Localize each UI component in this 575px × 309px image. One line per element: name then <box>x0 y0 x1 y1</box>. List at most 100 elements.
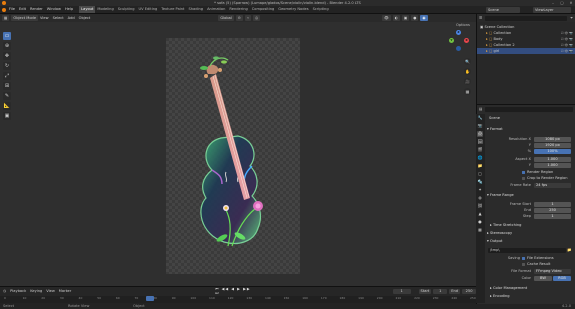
editor-type-button[interactable]: ▦ <box>2 15 10 21</box>
proportional-edit-icon[interactable]: ◎ <box>253 15 261 21</box>
aspect-x-field[interactable]: 1.000 <box>534 157 571 162</box>
viewport-menu-object[interactable]: Object <box>79 15 91 22</box>
frame-rate-dropdown[interactable]: 24 fps <box>534 183 571 188</box>
mode-selector[interactable]: Object Mode <box>11 15 39 21</box>
modifier-tab-icon[interactable]: 🔩 <box>477 179 483 185</box>
tool-tab-icon[interactable]: 🔧 <box>477 115 483 121</box>
output-tab-icon[interactable]: 🖨 <box>477 131 483 137</box>
navigation-gizmo[interactable]: Z X Y <box>446 28 472 54</box>
timeline-menu-playback[interactable]: Playback <box>10 288 26 295</box>
world-tab-icon[interactable]: 🌐 <box>477 155 483 161</box>
render-region-toggle[interactable]: Render Region <box>522 170 553 174</box>
shading-rendered-icon[interactable]: ◉ <box>420 15 428 21</box>
viewport-menu-add[interactable]: Add <box>68 15 75 22</box>
zoom-icon[interactable]: 🔍 <box>464 58 471 65</box>
color-bw-button[interactable]: BW <box>534 276 552 281</box>
end-frame-field[interactable]: 250 <box>462 288 477 294</box>
overlays-icon[interactable]: ◐ <box>392 15 400 21</box>
gizmo-y-axis[interactable]: Y <box>449 38 454 43</box>
timeline-menu-keying[interactable]: Keying <box>30 288 42 295</box>
move-icon[interactable]: ✥ <box>3 52 11 60</box>
tab-uv-editing[interactable]: UV Editing <box>137 6 160 13</box>
gizmo-x-axis[interactable]: X <box>464 38 469 43</box>
tab-rendering[interactable]: Rendering <box>227 6 249 13</box>
folder-icon[interactable]: 📁 <box>567 248 571 252</box>
scene-selector[interactable]: Scene <box>486 6 520 13</box>
tab-layout[interactable]: Layout <box>79 6 96 13</box>
tab-animation[interactable]: Animation <box>205 6 227 13</box>
current-frame-field[interactable]: 1 <box>392 288 411 294</box>
menu-render[interactable]: Render <box>30 6 43 13</box>
color-management-panel-header[interactable]: ▸ Color Management <box>490 285 527 291</box>
resolution-x-field[interactable]: 1080 px <box>534 137 571 142</box>
tab-shading[interactable]: Shading <box>186 6 205 13</box>
xray-icon[interactable]: ▣ <box>401 15 410 21</box>
resolution-y-field[interactable]: 1920 px <box>534 143 571 148</box>
view-layer-selector[interactable]: ViewLayer <box>533 6 571 13</box>
tab-geometry-nodes[interactable]: Geometry Nodes <box>276 6 310 13</box>
constraints-tab-icon[interactable]: ⛓ <box>477 203 483 209</box>
frame-start-field[interactable]: 1 <box>534 202 571 207</box>
properties-search-input[interactable] <box>485 106 573 112</box>
outliner-editor-icon[interactable]: ☰ <box>479 16 482 20</box>
frame-range-panel-header[interactable]: ▾ Frame Range <box>487 192 514 198</box>
file-extensions-checkbox[interactable] <box>522 256 525 260</box>
viewport-menu-view[interactable]: View <box>40 15 49 22</box>
tab-sculpting[interactable]: Sculpting <box>116 6 137 13</box>
format-panel-header[interactable]: ▾ Format <box>487 126 503 132</box>
visibility-toggles-icon[interactable]: ☑ 👁 📷 <box>561 48 573 54</box>
color-rgb-button[interactable]: RGB <box>553 276 571 281</box>
outliner[interactable]: ☰ ⏷ ▣ Scene Collection ▸ ▢ Collection ☑ 👁 … <box>476 14 575 104</box>
snap-icon[interactable]: ⌁ <box>244 15 252 21</box>
crop-region-checkbox[interactable] <box>522 176 525 180</box>
aspect-y-field[interactable]: 1.000 <box>534 163 571 168</box>
timeline[interactable]: ◷ Playback Keying View Marker ⏮ ◀◀ ◀ ▶ ▶… <box>0 286 477 304</box>
tab-texture-paint[interactable]: Texture Paint <box>159 6 186 13</box>
texture-tab-icon[interactable]: ▦ <box>477 227 483 233</box>
file-extensions-toggle[interactable]: File Extensions <box>522 256 554 260</box>
transform-icon[interactable]: ⊞ <box>3 82 11 90</box>
crop-region-toggle[interactable]: Crop to Render Region <box>522 176 568 180</box>
object-tab-icon[interactable]: ▢ <box>477 171 483 177</box>
properties-editor-icon[interactable]: ▤ <box>479 107 482 111</box>
playback-controls[interactable]: ⏮ ◀◀ ◀ ▶ ▶▶ ⏭ <box>215 287 256 295</box>
cursor-icon[interactable]: ⊕ <box>3 42 11 50</box>
tab-scripting[interactable]: Scripting <box>311 6 331 13</box>
gizmo-neg-z-icon[interactable] <box>456 46 461 51</box>
playhead[interactable] <box>146 296 154 301</box>
annotate-icon[interactable]: ✎ <box>3 92 11 100</box>
timeline-editor-icon[interactable]: ◷ <box>3 289 6 293</box>
frame-step-field[interactable]: 1 <box>534 214 571 219</box>
output-path-field[interactable]: /tmp\ <box>488 248 566 253</box>
output-panel-header[interactable]: ▾ Output <box>487 238 502 244</box>
start-frame-field[interactable]: 1 <box>433 288 448 294</box>
scene-tab-icon[interactable]: 🎬 <box>477 147 483 153</box>
ortho-grid-icon[interactable]: ▦ <box>464 88 471 95</box>
resolution-percent-field[interactable]: 100% <box>534 149 571 154</box>
stereoscopy-panel-header[interactable]: ▸ Stereoscopy <box>487 230 512 236</box>
select-box-icon[interactable]: ▭ <box>3 32 11 40</box>
render-tab-icon[interactable]: 📷 <box>477 123 483 129</box>
menu-file[interactable]: File <box>9 6 15 13</box>
cache-result-checkbox[interactable] <box>522 262 525 266</box>
add-cube-icon[interactable]: ▣ <box>3 112 11 120</box>
particles-tab-icon[interactable]: ✦ <box>477 187 483 193</box>
menu-window[interactable]: Window <box>47 6 61 13</box>
gizmo-z-axis[interactable]: Z <box>456 30 461 35</box>
outliner-search-input[interactable] <box>485 15 568 21</box>
time-stretching-panel-header[interactable]: ▸ Time Stretching <box>490 222 521 228</box>
cache-result-toggle[interactable]: Cache Result <box>522 262 550 266</box>
frame-end-field[interactable]: 250 <box>534 208 571 213</box>
measure-icon[interactable]: 📐 <box>3 102 11 110</box>
pivot-icon[interactable]: ⊙ <box>235 15 243 21</box>
orientation-selector[interactable]: Global <box>218 15 234 21</box>
viewport-menu-select[interactable]: Select <box>53 15 64 22</box>
outliner-row[interactable]: ▸ ▢ girl ☑ 👁 📷 <box>477 48 575 54</box>
options-dropdown[interactable]: Options <box>456 23 470 27</box>
menu-edit[interactable]: Edit <box>19 6 26 13</box>
file-format-dropdown[interactable]: FFmpeg Video <box>534 269 571 274</box>
data-tab-icon[interactable]: ▲ <box>477 211 483 217</box>
tab-modeling[interactable]: Modeling <box>95 6 115 13</box>
tab-compositing[interactable]: Compositing <box>250 6 277 13</box>
collection-tab-icon[interactable]: 📁 <box>477 163 483 169</box>
